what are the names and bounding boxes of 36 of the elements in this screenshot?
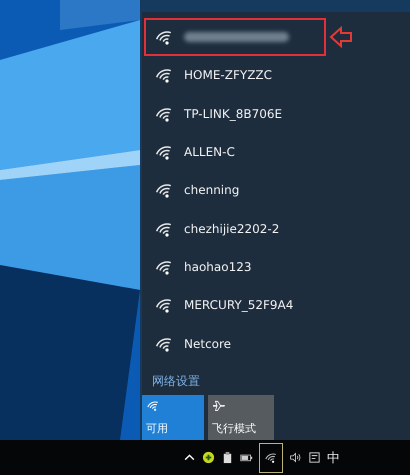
wifi-icon [146, 398, 160, 412]
wifi-icon [154, 66, 174, 84]
wifi-icon [154, 258, 174, 276]
network-item[interactable]: HOME-ZFYZZC [144, 56, 326, 95]
network-name: MERCURY_52F9A4 [184, 298, 294, 312]
network-name: Netcore [184, 336, 232, 351]
network-item[interactable]: Netcore [144, 324, 326, 363]
wifi-icon [154, 181, 174, 200]
notification-icon[interactable] [308, 451, 321, 464]
input-method-indicator[interactable]: 中 [327, 448, 340, 466]
network-name: chenning [184, 183, 240, 198]
network-name: haohao123 [184, 260, 252, 274]
wifi-icon [154, 143, 174, 162]
network-tray-button[interactable] [259, 442, 283, 472]
plus-icon[interactable] [202, 451, 215, 464]
wifi-icon [154, 296, 174, 314]
wifi-icon [264, 451, 278, 464]
airplane-icon [212, 398, 226, 412]
network-item[interactable]: ALLEN-C [144, 132, 326, 172]
network-name: TP-LINK_8B706E [184, 106, 282, 121]
network-item[interactable]: MERCURY_52F9A4 [144, 286, 326, 325]
clipboard-icon[interactable] [221, 451, 234, 464]
network-name: ALLEN-C [184, 145, 235, 160]
network-name: HOME-ZFYZZC [184, 68, 272, 82]
quick-action-tile[interactable]: 可用 [142, 394, 204, 440]
network-settings-link[interactable]: 网络设置 [152, 372, 200, 390]
network-item[interactable]: chezhijie2202-2 [144, 210, 326, 248]
network-item[interactable] [144, 18, 326, 56]
speaker-icon[interactable] [289, 451, 302, 464]
left-arrow-icon [329, 26, 353, 48]
network-item[interactable]: haohao123 [144, 248, 326, 286]
wifi-icon [154, 28, 174, 46]
network-item[interactable]: chenning [144, 171, 326, 210]
network-item[interactable]: TP-LINK_8B706E [144, 94, 326, 133]
network-name: chezhijie2202-2 [184, 222, 280, 236]
quick-action-tile[interactable]: 飞行模式 [208, 394, 274, 440]
